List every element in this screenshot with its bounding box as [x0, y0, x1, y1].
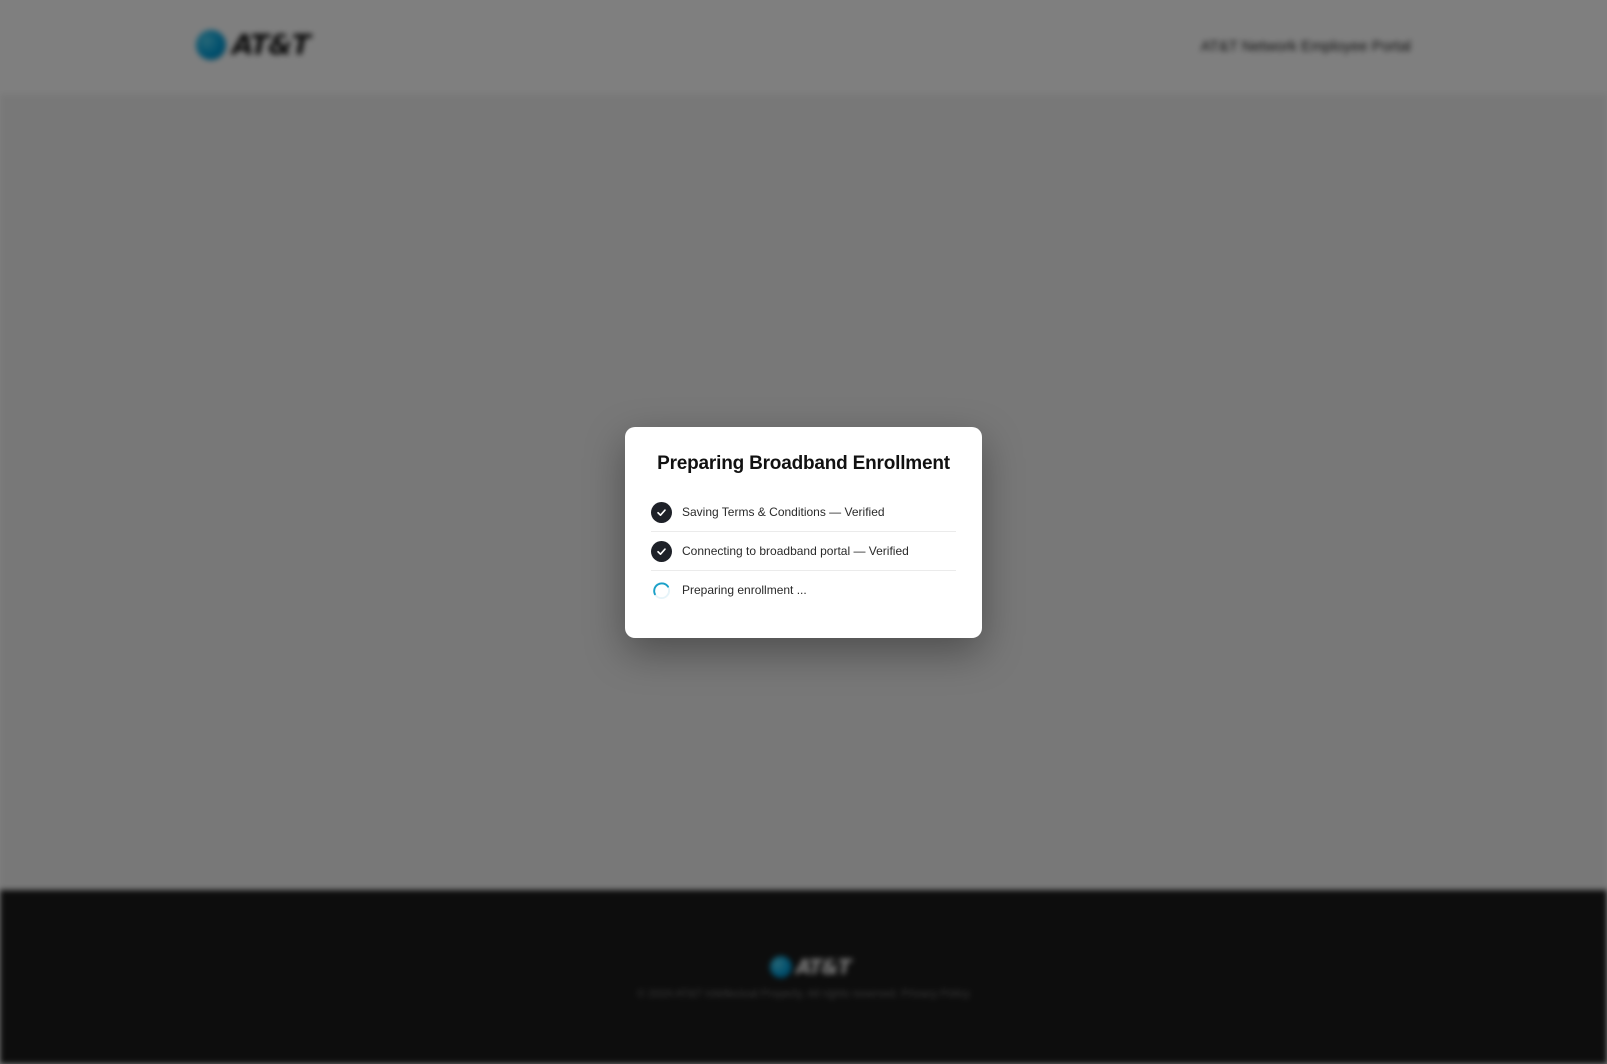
enrollment-progress-modal: Preparing Broadband Enrollment Saving Te… [625, 427, 982, 638]
step-item: Connecting to broadband portal — Verifie… [651, 532, 956, 571]
step-label: Connecting to broadband portal — Verifie… [682, 544, 909, 558]
spinner-icon [651, 580, 672, 601]
step-label: Saving Terms & Conditions — Verified [682, 505, 885, 519]
step-item: Saving Terms & Conditions — Verified [651, 493, 956, 532]
progress-steps: Saving Terms & Conditions — Verified Con… [651, 493, 956, 609]
check-icon [651, 540, 672, 562]
check-icon [651, 501, 672, 523]
modal-title: Preparing Broadband Enrollment [657, 453, 950, 474]
step-label: Preparing enrollment ... [682, 583, 807, 597]
step-item: Preparing enrollment ... [651, 571, 956, 609]
